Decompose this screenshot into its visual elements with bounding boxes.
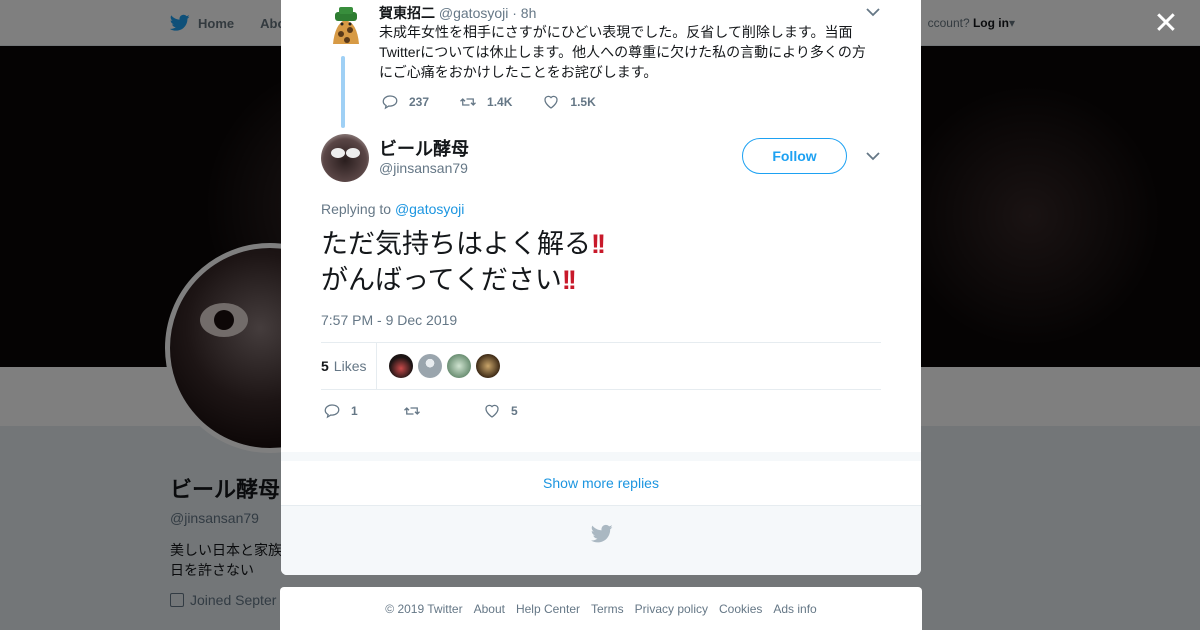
parent-tweet-text: 未成年女性を相手にさすがにひどい表現でした。反省して削除します。当面Twitte… <box>379 24 866 80</box>
close-icon[interactable]: ✕ <box>1152 9 1180 39</box>
main-tweet-handle[interactable]: @jinsansan79 <box>379 160 468 176</box>
twitter-bird-icon <box>591 524 613 543</box>
thread-line <box>341 56 345 128</box>
parent-tweet-actions: 237 1.4K 1.5K <box>381 93 626 111</box>
follow-button[interactable]: Follow <box>742 138 847 174</box>
tweet-modal: 賀東招二 @gatosyoji · 8h 未成年女性を相手にさすがにひどい表現で… <box>281 0 921 575</box>
double-exclamation-emoji: !! <box>561 265 577 295</box>
main-tweet-line-2: がんばってください!! <box>321 265 577 295</box>
parent-tweet-handle[interactable]: @gatosyoji <box>439 5 508 21</box>
like-count: 1.5K <box>570 95 596 109</box>
chevron-down-icon[interactable] <box>865 150 881 162</box>
replying-to: Replying to @gatosyoji <box>321 201 464 217</box>
liker-avatar[interactable] <box>418 354 442 378</box>
footer-link-terms[interactable]: Terms <box>591 602 624 616</box>
replies-separator <box>281 452 921 461</box>
reply-icon <box>382 95 398 110</box>
footer-copyright: © 2019 Twitter <box>385 601 463 616</box>
main-tweet-name[interactable]: ビール酵母 <box>379 135 469 161</box>
heart-icon <box>485 404 499 418</box>
liker-avatar[interactable] <box>447 354 471 378</box>
chevron-down-icon[interactable] <box>865 6 881 18</box>
like-action[interactable]: 1.5K <box>542 93 596 111</box>
main-tweet-line-1: ただ気持ちはよく解る!! <box>321 229 606 259</box>
likes-stat-label: Likes <box>333 358 367 374</box>
main-tweet-avatar[interactable] <box>321 134 369 182</box>
parent-tweet: 賀東招二 @gatosyoji · 8h 未成年女性を相手にさすがにひどい表現で… <box>281 0 921 128</box>
show-more-replies-link[interactable]: Show more replies <box>281 461 921 506</box>
retweet-icon <box>404 407 420 415</box>
footer-link-cookies[interactable]: Cookies <box>719 602 762 616</box>
likes-stat-count: 5 <box>321 358 329 374</box>
retweet-icon <box>460 98 476 106</box>
footer-link-ads-info[interactable]: Ads info <box>773 602 816 616</box>
page-footer: © 2019 Twitter About Help Center Terms P… <box>280 587 922 630</box>
reply-icon <box>324 404 340 419</box>
footer-link-about[interactable]: About <box>474 602 505 616</box>
parent-tweet-header: 賀東招二 @gatosyoji · 8h <box>379 3 536 23</box>
heart-icon <box>544 95 559 109</box>
replying-to-link[interactable]: @gatosyoji <box>395 201 464 217</box>
footer-link-help-center[interactable]: Help Center <box>516 602 580 616</box>
parent-tweet-avatar[interactable] <box>325 4 365 52</box>
modal-footer <box>281 506 921 575</box>
liker-avatar[interactable] <box>389 354 413 378</box>
double-exclamation-emoji: !! <box>591 229 606 259</box>
retweet-action[interactable] <box>403 402 483 420</box>
main-tweet-actions: 1 5 <box>323 402 518 420</box>
retweet-action[interactable]: 1.4K <box>459 93 512 111</box>
retweet-count: 1.4K <box>487 95 513 109</box>
likers-avatars <box>389 354 500 378</box>
footer-link-privacy[interactable]: Privacy policy <box>635 602 708 616</box>
reply-count: 237 <box>409 95 430 109</box>
likes-stat[interactable]: 5 Likes <box>321 343 378 389</box>
reply-action[interactable]: 237 <box>381 93 429 111</box>
tweet-stats: 5 Likes <box>321 342 881 390</box>
like-action[interactable]: 5 <box>483 402 518 420</box>
replying-to-label: Replying to <box>321 201 392 217</box>
main-tweet-date[interactable]: 7:57 PM - 9 Dec 2019 <box>321 312 457 328</box>
parent-tweet-name[interactable]: 賀東招二 <box>379 5 435 21</box>
reply-action[interactable]: 1 <box>323 402 403 420</box>
like-count: 5 <box>511 404 518 418</box>
main-tweet-text: ただ気持ちはよく解る!! がんばってください!! <box>321 226 881 298</box>
parent-tweet-time[interactable]: · 8h <box>512 5 536 21</box>
reply-count: 1 <box>351 404 358 418</box>
liker-avatar[interactable] <box>476 354 500 378</box>
